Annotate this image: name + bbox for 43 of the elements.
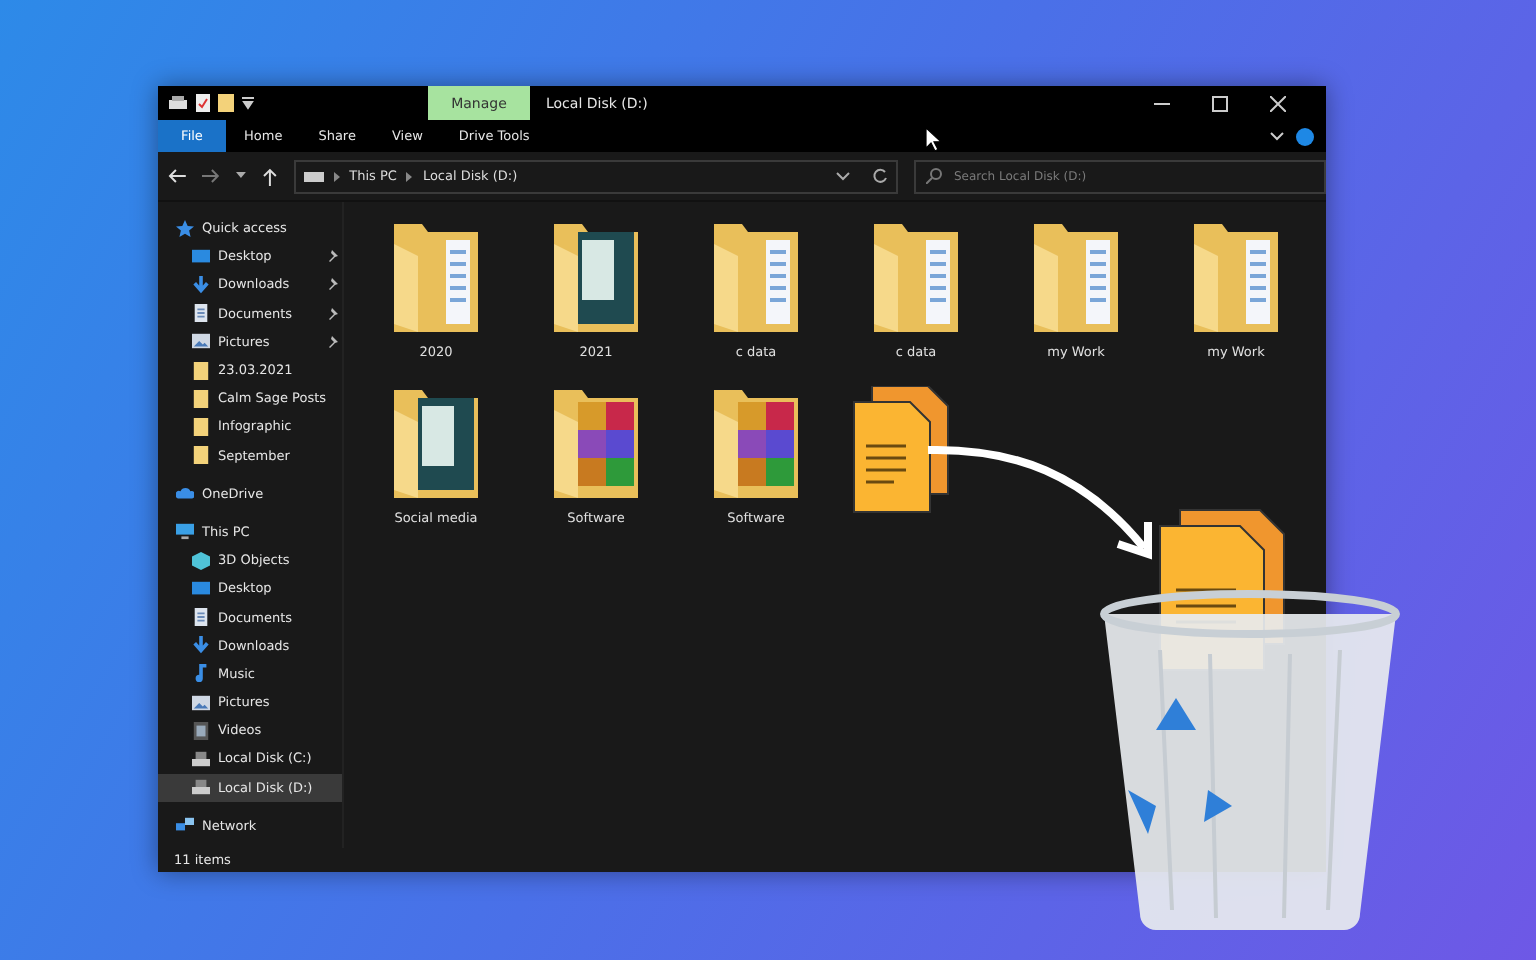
down-arrow-icon [192,275,210,294]
folder-icon[interactable] [1030,220,1122,336]
network-icon [176,816,194,835]
separator-icon [333,171,340,181]
picture-icon [192,693,210,712]
drive-icon [303,170,324,182]
photo-folder-icon[interactable] [550,220,642,336]
down-arrow-icon [192,636,210,655]
monitor-icon [192,247,210,266]
drive-icon [192,778,210,797]
drive-icon [192,749,210,768]
up-arrow-icon[interactable] [261,167,278,185]
folder-icon[interactable] [390,220,482,336]
document-icon [192,304,210,323]
folder-icon[interactable] [710,220,802,336]
documents-icon[interactable] [852,386,952,514]
forward-arrow-icon[interactable] [201,168,220,184]
picture-icon [192,332,210,351]
archive-folder-icon[interactable] [710,386,802,502]
film-icon [192,721,210,740]
close-icon[interactable] [1270,95,1286,111]
photo-folder-icon[interactable] [390,386,482,502]
archive-folder-icon[interactable] [550,386,642,502]
cube-icon [192,551,210,570]
search-icon [926,168,942,184]
cloud-icon [176,484,194,503]
caret-icon[interactable] [235,172,246,180]
back-arrow-icon[interactable] [168,168,186,184]
music-note-icon [192,664,210,683]
dropdown-icon[interactable] [242,96,254,110]
drive-icon[interactable] [168,96,188,110]
chevron-icon[interactable] [836,171,850,181]
computer-icon [176,522,194,541]
chevron-icon[interactable] [1270,131,1284,141]
folder-icon[interactable] [1190,220,1282,336]
properties-icon[interactable] [196,94,210,112]
folder-icon[interactable] [870,220,962,336]
monitor-icon [192,579,210,598]
star-icon [176,219,194,238]
refresh-icon[interactable] [872,168,888,184]
maximize-icon[interactable] [1212,95,1228,111]
separator-icon [406,171,413,181]
document-icon [192,608,210,627]
